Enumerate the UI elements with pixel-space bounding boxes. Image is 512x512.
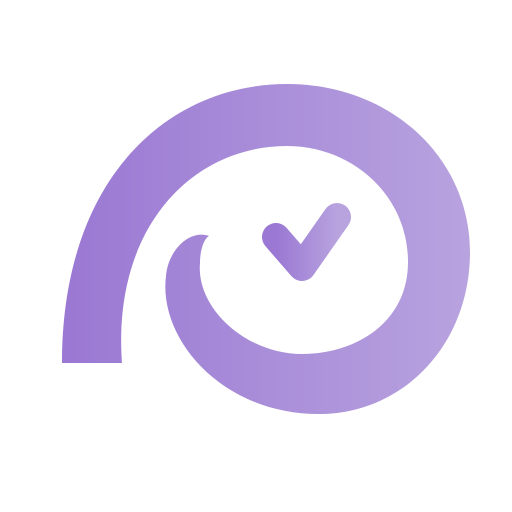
spiral-checkmark-icon (62, 84, 470, 414)
spiral-ring (62, 84, 470, 414)
app-logo (0, 0, 512, 512)
checkmark-icon (262, 203, 351, 281)
